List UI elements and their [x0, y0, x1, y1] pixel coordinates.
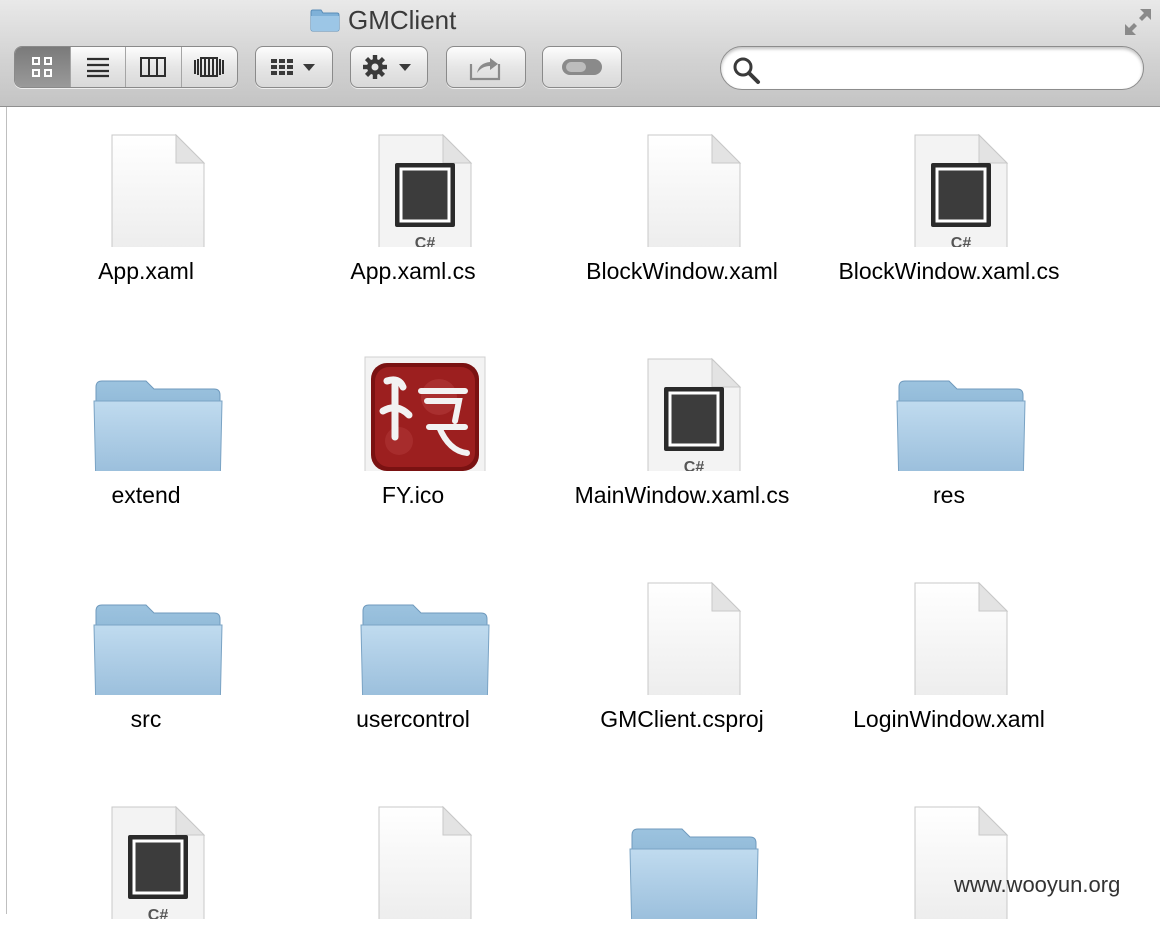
share-button[interactable]	[446, 46, 526, 88]
image-file-icon	[279, 341, 547, 471]
document-icon	[279, 789, 547, 919]
file-item-extend[interactable]: extend	[12, 341, 280, 512]
file-name-label: BlockWindow.xaml.cs	[838, 258, 1060, 284]
file-name-label: MainWindow.xaml.cs	[574, 482, 790, 508]
file-item-app-xaml[interactable]: App.xaml	[12, 117, 280, 288]
document-icon	[548, 117, 816, 247]
file-item-gmclient-csproj[interactable]: GMClient.csproj	[548, 565, 816, 736]
file-icon-grid: App.xaml C# App.xaml.cs BlockWindow.xaml…	[0, 107, 1160, 919]
file-item-usercontrol[interactable]: usercontrol	[279, 565, 547, 736]
csharp-badge: C#	[951, 235, 972, 247]
finder-toolbar: GMClient	[0, 0, 1160, 107]
folder-icon	[12, 565, 280, 695]
file-item-res[interactable]: res	[815, 341, 1083, 512]
document-icon	[815, 789, 1083, 919]
file-item-fy-ico[interactable]: FY.ico	[279, 341, 547, 512]
column-view-icon	[140, 57, 167, 77]
search-input[interactable]	[767, 53, 1131, 85]
folder-icon	[279, 565, 547, 695]
toggle-pill-icon	[562, 59, 602, 75]
window-title-text: GMClient	[348, 4, 457, 35]
file-item-loginwindow-xaml[interactable]: LoginWindow.xaml	[815, 565, 1083, 736]
csharp-badge: C#	[148, 907, 169, 919]
window-title: GMClient	[310, 4, 456, 36]
folder-icon	[815, 341, 1083, 471]
file-item-app-xaml-cs[interactable]: C# App.xaml.cs	[279, 117, 547, 288]
search-icon	[733, 57, 760, 84]
folder-icon	[12, 341, 280, 471]
file-item-src[interactable]: src	[12, 565, 280, 736]
window-left-border	[6, 107, 7, 914]
file-item-blockwindow-xaml[interactable]: BlockWindow.xaml	[548, 117, 816, 288]
file-item-mainwindow-xaml-cs[interactable]: C# MainWindow.xaml.cs	[548, 341, 816, 512]
document-icon	[548, 565, 816, 695]
arrange-grid-icon	[271, 59, 315, 75]
document-icon	[815, 565, 1083, 695]
fullscreen-icon[interactable]	[1122, 6, 1154, 38]
file-name-label: FY.ico	[381, 482, 445, 508]
csharp-file-icon: C#	[279, 117, 547, 247]
file-item-item-12[interactable]: C#	[12, 789, 280, 927]
file-name-label: src	[130, 706, 162, 732]
file-item-item-13[interactable]	[279, 789, 547, 927]
cover-flow-view-icon	[194, 57, 225, 77]
csharp-file-icon: C#	[548, 341, 816, 471]
icon-view-button[interactable]	[15, 47, 71, 87]
file-item-item-15[interactable]	[815, 789, 1083, 927]
file-item-item-14[interactable]	[548, 789, 816, 927]
gear-icon	[363, 55, 411, 79]
folder-icon	[310, 8, 340, 32]
csharp-file-icon: C#	[12, 789, 280, 919]
file-name-label: BlockWindow.xaml	[586, 258, 778, 284]
column-view-button[interactable]	[126, 47, 182, 87]
share-icon	[469, 58, 501, 81]
csharp-file-icon: C#	[815, 117, 1083, 247]
arrange-button[interactable]	[255, 46, 333, 88]
view-mode-control	[14, 46, 238, 88]
toggle-button[interactable]	[542, 46, 622, 88]
document-icon	[12, 117, 280, 247]
file-name-label: LoginWindow.xaml	[853, 706, 1045, 732]
folder-icon	[548, 789, 816, 919]
file-name-label: App.xaml	[98, 258, 194, 284]
file-name-label: extend	[111, 482, 181, 508]
watermark: www.wooyun.org	[954, 872, 1121, 897]
icon-view-icon	[32, 57, 53, 77]
action-menu-button[interactable]	[350, 46, 428, 88]
file-name-label: usercontrol	[356, 706, 470, 732]
list-view-icon	[86, 57, 109, 78]
csharp-badge: C#	[415, 235, 436, 247]
file-name-label: GMClient.csproj	[600, 706, 764, 732]
file-name-label: App.xaml.cs	[350, 258, 476, 284]
file-item-blockwindow-xaml-cs[interactable]: C# BlockWindow.xaml.cs	[815, 117, 1083, 288]
file-name-label: res	[933, 482, 965, 508]
list-view-button[interactable]	[71, 47, 126, 87]
cover-flow-view-button[interactable]	[182, 47, 238, 87]
search-field[interactable]	[720, 46, 1144, 90]
csharp-badge: C#	[684, 459, 705, 471]
